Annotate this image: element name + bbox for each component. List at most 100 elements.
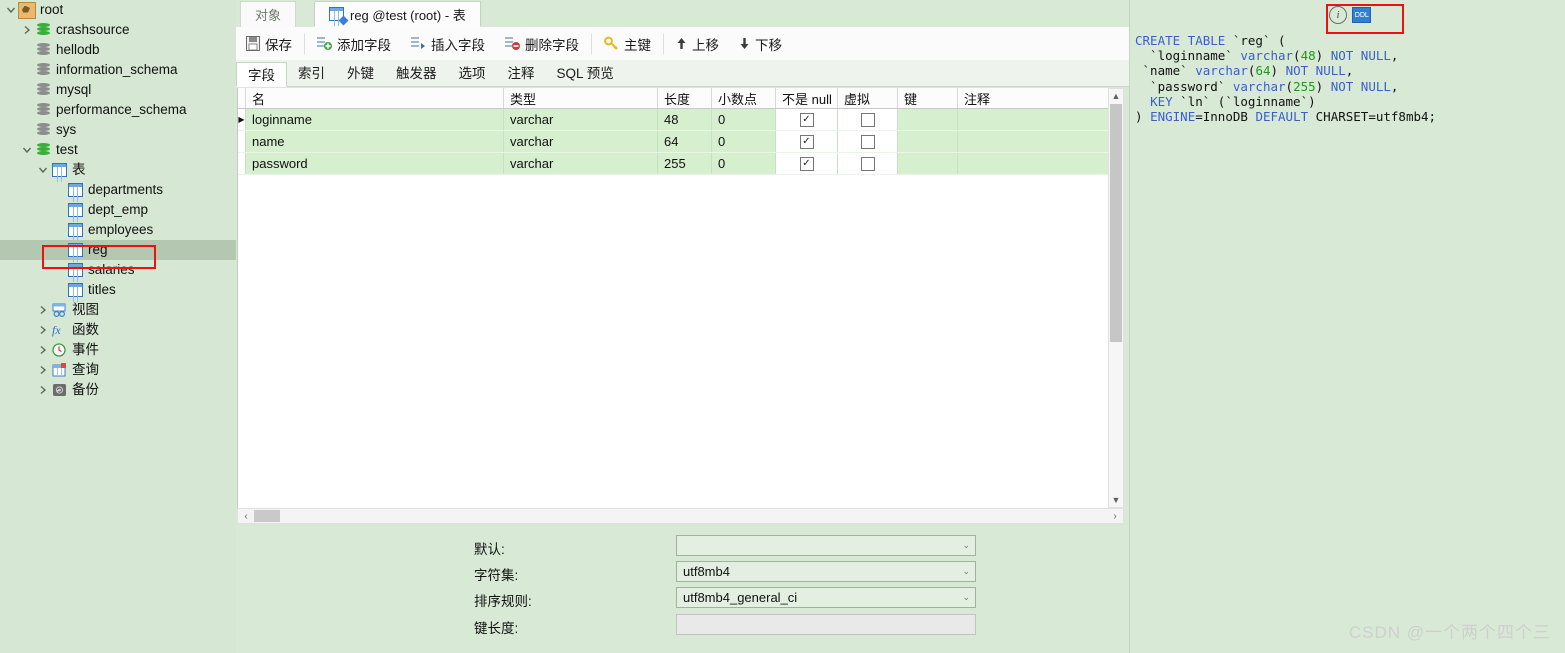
move-up-button[interactable]: 上移 — [666, 27, 729, 60]
key-length-input[interactable] — [676, 614, 976, 635]
cell-comment[interactable] — [958, 109, 1116, 130]
scroll-up-icon[interactable]: ▲ — [1109, 89, 1123, 103]
tree-node-dept_emp[interactable]: dept_emp — [0, 200, 236, 220]
tree-node-sys[interactable]: sys — [0, 120, 236, 140]
fields-grid[interactable]: 名 类型 长度 小数点 不是 null 虚拟 键 注释 ▶ loginname varchar 48… — [237, 88, 1117, 509]
grid-vertical-scrollbar[interactable]: ▲ ▼ — [1108, 88, 1124, 508]
tree-node-salaries[interactable]: salaries — [0, 260, 236, 280]
cell-key[interactable] — [898, 153, 958, 174]
chevron-right-icon[interactable] — [36, 385, 50, 395]
column-header-6[interactable]: 键 — [898, 88, 958, 108]
checkbox-unchecked[interactable] — [860, 112, 875, 127]
cell-field-type[interactable]: varchar — [504, 131, 658, 152]
subtab-3[interactable]: 触发器 — [385, 61, 448, 86]
subtab-5[interactable]: 注释 — [497, 61, 546, 86]
cell-virtual[interactable] — [838, 153, 898, 174]
ddl-badge-icon[interactable]: DDL — [1352, 7, 1371, 23]
cell-virtual[interactable] — [838, 131, 898, 152]
chevron-down-icon[interactable] — [36, 165, 50, 175]
chevron-down-icon[interactable] — [20, 145, 34, 155]
column-header-3[interactable]: 小数点 — [712, 88, 776, 108]
collation-combobox[interactable]: utf8mb4_general_ci ⌄ — [676, 587, 976, 608]
column-header-4[interactable]: 不是 null — [776, 88, 838, 108]
tab-object[interactable]: 对象 — [240, 1, 297, 27]
table-row[interactable]: ▶ loginname varchar 48 0 ✓ — [238, 109, 1116, 131]
cell-field-name[interactable]: loginname — [246, 109, 504, 130]
save-button[interactable]: 保存 — [236, 27, 302, 60]
tree-node-mysql[interactable]: mysql — [0, 80, 236, 100]
subtab-0[interactable]: 字段 — [236, 62, 287, 87]
object-tree-sidebar[interactable]: root crashsource hellodb information_schema… — [0, 0, 236, 653]
cell-field-name[interactable]: password — [246, 153, 504, 174]
info-icon[interactable]: i — [1329, 6, 1347, 24]
add-field-button[interactable]: 添加字段 — [307, 27, 401, 60]
tree-node-employees[interactable]: employees — [0, 220, 236, 240]
vertical-scroll-thumb[interactable] — [1110, 104, 1122, 342]
tree-node-titles[interactable]: titles — [0, 280, 236, 300]
cell-field-name[interactable]: name — [246, 131, 504, 152]
cell-key[interactable] — [898, 109, 958, 130]
checkbox-checked[interactable]: ✓ — [799, 134, 814, 149]
grid-horizontal-scrollbar[interactable]: ‹ › — [237, 508, 1124, 524]
tree-node-test[interactable]: test — [0, 140, 236, 160]
tree-node-departments[interactable]: departments — [0, 180, 236, 200]
cell-virtual[interactable] — [838, 109, 898, 130]
scroll-right-icon[interactable]: › — [1108, 509, 1122, 523]
table-row[interactable]: name varchar 64 0 ✓ — [238, 131, 1116, 153]
tab-table-designer[interactable]: reg @test (root) - 表 — [314, 1, 481, 27]
checkbox-unchecked[interactable] — [860, 156, 875, 171]
table-row[interactable]: password varchar 255 0 ✓ — [238, 153, 1116, 175]
tree-node-视图[interactable]: 视图 — [0, 300, 236, 320]
tree-node-表[interactable]: 表 — [0, 160, 236, 180]
primary-key-button[interactable]: 主键 — [594, 27, 661, 60]
tree-node-事件[interactable]: 事件 — [0, 340, 236, 360]
tree-node-备份[interactable]: 备份 — [0, 380, 236, 400]
chevron-down-icon[interactable] — [4, 5, 18, 15]
cell-not-null[interactable]: ✓ — [776, 131, 838, 152]
cell-field-decimals[interactable]: 0 — [712, 109, 776, 130]
scroll-left-icon[interactable]: ‹ — [239, 509, 253, 523]
chevron-right-icon[interactable] — [36, 365, 50, 375]
column-header-2[interactable]: 长度 — [658, 88, 712, 108]
chevron-right-icon[interactable] — [20, 25, 34, 35]
cell-comment[interactable] — [958, 153, 1116, 174]
tree-node-reg[interactable]: reg — [0, 240, 236, 260]
subtab-2[interactable]: 外键 — [336, 61, 385, 86]
tree-node-查询[interactable]: 查询 — [0, 360, 236, 380]
default-combobox[interactable]: ⌄ — [676, 535, 976, 556]
column-header-1[interactable]: 类型 — [504, 88, 658, 108]
tree-node-performance_schema[interactable]: performance_schema — [0, 100, 236, 120]
subtab-4[interactable]: 选项 — [448, 61, 497, 86]
checkbox-unchecked[interactable] — [860, 134, 875, 149]
column-header-5[interactable]: 虚拟 — [838, 88, 898, 108]
chevron-right-icon[interactable] — [36, 345, 50, 355]
cell-not-null[interactable]: ✓ — [776, 109, 838, 130]
move-down-button[interactable]: 下移 — [729, 27, 792, 60]
scroll-down-icon[interactable]: ▼ — [1109, 493, 1123, 507]
checkbox-checked[interactable]: ✓ — [799, 112, 814, 127]
fields-grid-body[interactable]: ▶ loginname varchar 48 0 ✓ name varchar 64 0 ✓ pass… — [238, 109, 1116, 175]
cell-field-type[interactable]: varchar — [504, 153, 658, 174]
tree-node-crashsource[interactable]: crashsource — [0, 20, 236, 40]
horizontal-scroll-thumb[interactable] — [254, 510, 280, 522]
column-header-0[interactable]: 名 — [246, 88, 504, 108]
subtab-6[interactable]: SQL 预览 — [546, 61, 625, 86]
cell-field-length[interactable]: 255 — [658, 153, 712, 174]
insert-field-button[interactable]: 插入字段 — [401, 27, 495, 60]
cell-field-decimals[interactable]: 0 — [712, 153, 776, 174]
cell-field-type[interactable]: varchar — [504, 109, 658, 130]
checkbox-checked[interactable]: ✓ — [799, 156, 814, 171]
cell-comment[interactable] — [958, 131, 1116, 152]
delete-field-button[interactable]: 删除字段 — [495, 27, 589, 60]
tree-node-函数[interactable]: fx 函数 — [0, 320, 236, 340]
chevron-right-icon[interactable] — [36, 305, 50, 315]
subtab-1[interactable]: 索引 — [287, 61, 336, 86]
cell-field-length[interactable]: 48 — [658, 109, 712, 130]
tree-node-information_schema[interactable]: information_schema — [0, 60, 236, 80]
cell-not-null[interactable]: ✓ — [776, 153, 838, 174]
cell-field-decimals[interactable]: 0 — [712, 131, 776, 152]
tree-node-hellodb[interactable]: hellodb — [0, 40, 236, 60]
cell-key[interactable] — [898, 131, 958, 152]
cell-field-length[interactable]: 64 — [658, 131, 712, 152]
chevron-right-icon[interactable] — [36, 325, 50, 335]
